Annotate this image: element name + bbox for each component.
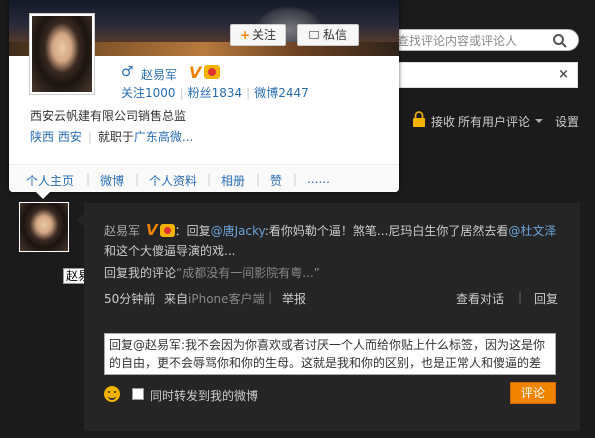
forward-checkbox[interactable] xyxy=(132,388,144,400)
follow-label: 关注 xyxy=(252,28,277,42)
tab-album[interactable]: 相册 xyxy=(221,172,245,189)
comment-author[interactable]: 赵易军 xyxy=(104,224,140,238)
message-button[interactable]: 私信 xyxy=(297,24,359,46)
profile-tabs: 个人主页 | 微博 | 个人资料 | 相册 | 赞 | ...... xyxy=(9,164,399,192)
profile-username[interactable]: 赵易军 xyxy=(141,66,177,83)
verified-icon[interactable]: V xyxy=(146,221,158,239)
close-icon[interactable]: × xyxy=(558,67,569,82)
receive-label: 接收 xyxy=(431,115,456,129)
tab-more[interactable]: ...... xyxy=(307,172,330,186)
mention-link[interactable]: @唐Jacky xyxy=(211,224,265,238)
followers-stat[interactable]: 粉丝1834 xyxy=(188,86,243,100)
view-conversation-link[interactable]: 查看对话 xyxy=(456,290,504,307)
receive-filter-dropdown[interactable]: 所有用户评论 xyxy=(458,113,530,130)
verified-icon[interactable]: V xyxy=(189,63,201,82)
client-link[interactable]: iPhone客户端 xyxy=(188,292,265,306)
report-link[interactable]: 举报 xyxy=(282,290,306,307)
profile-location-row: 陕西 西安 | 就职于广东高微... xyxy=(30,130,194,144)
reply-textarea[interactable]: 回复@赵易军:我不会因为你喜欢或者讨厌一个人而给你贴上什么标签，因为这是你的自由… xyxy=(104,333,556,375)
chevron-down-icon[interactable] xyxy=(535,119,543,123)
avatar[interactable] xyxy=(29,13,95,95)
lock-icon xyxy=(413,111,425,127)
reply-actions: 同时转发到我的微博 评论 xyxy=(104,382,556,404)
reply-link[interactable]: 回复 xyxy=(534,290,558,307)
vip-icon[interactable] xyxy=(204,65,220,79)
comment-text-end: 和这个大傻逼导演的戏... xyxy=(104,244,236,258)
follow-button[interactable]: + 关注 xyxy=(230,24,286,46)
emoji-icon[interactable] xyxy=(104,386,120,402)
weibo-count-stat[interactable]: 微博2447 xyxy=(254,86,309,100)
reply-reference: 回复我的评论“成都没有一间影院有粤...” xyxy=(104,264,320,281)
mention-link[interactable]: @杜文泽 xyxy=(508,224,556,238)
profile-company[interactable]: 广东高微... xyxy=(134,130,193,144)
comment-meta: 50分钟前 来自iPhone客户端 | 举报 查看对话 | 回复 xyxy=(104,290,559,307)
profile-description: 西安云帆建有限公司销售总监 xyxy=(30,109,187,123)
notice-bar: × xyxy=(380,62,578,88)
profile-stats: 关注1000 | 粉丝1834 | 微博2447 xyxy=(121,86,309,100)
profile-location[interactable]: 陕西 西安 xyxy=(30,130,82,144)
search-box[interactable] xyxy=(387,29,579,51)
plus-icon: + xyxy=(239,28,251,42)
search-input[interactable] xyxy=(397,32,547,49)
following-stat[interactable]: 关注1000 xyxy=(121,86,176,100)
submit-comment-button[interactable]: 评论 xyxy=(510,382,556,404)
tab-weibo[interactable]: 微博 xyxy=(100,172,124,189)
search-icon[interactable] xyxy=(552,33,568,49)
vip-icon[interactable] xyxy=(159,224,175,237)
forward-label[interactable]: 同时转发到我的微博 xyxy=(150,387,258,404)
card-pointer xyxy=(36,192,50,199)
reply-prefix: 回复我的评论 xyxy=(104,266,177,280)
male-icon: ♂ xyxy=(121,64,134,80)
comment-body: 赵易军 V ：回复@唐Jacky:看你妈勒个逼！煞笔...尼玛白生你了居然去看@杜文… xyxy=(104,220,566,261)
message-label: 私信 xyxy=(322,28,347,42)
tab-profile-info[interactable]: 个人资料 xyxy=(149,172,197,189)
tab-homepage[interactable]: 个人主页 xyxy=(26,172,74,189)
quoted-comment[interactable]: “成都没有一间影院有粤...” xyxy=(176,266,320,280)
comment-text-prefix: ：回复 xyxy=(174,224,211,238)
comment-source: 来自iPhone客户端 xyxy=(164,292,265,306)
work-prefix: 就职于 xyxy=(97,130,134,144)
settings-link[interactable]: 设置 xyxy=(555,113,579,130)
comment-text: :看你妈勒个逼！煞笔...尼玛白生你了居然去看 xyxy=(264,224,509,238)
profile-popup-card: + 关注 私信 ♂ 赵易军 V 关注1000 | 粉丝1834 | 微博2447 西安云帆… xyxy=(9,0,399,192)
comment-item: 赵易军 V ：回复@唐Jacky:看你妈勒个逼！煞笔...尼玛白生你了居然去看@杜文… xyxy=(77,203,580,431)
comment-timestamp: 50分钟前 xyxy=(104,292,156,306)
envelope-icon xyxy=(308,31,319,39)
tab-likes[interactable]: 赞 xyxy=(270,172,282,189)
commenter-avatar[interactable] xyxy=(19,202,69,252)
